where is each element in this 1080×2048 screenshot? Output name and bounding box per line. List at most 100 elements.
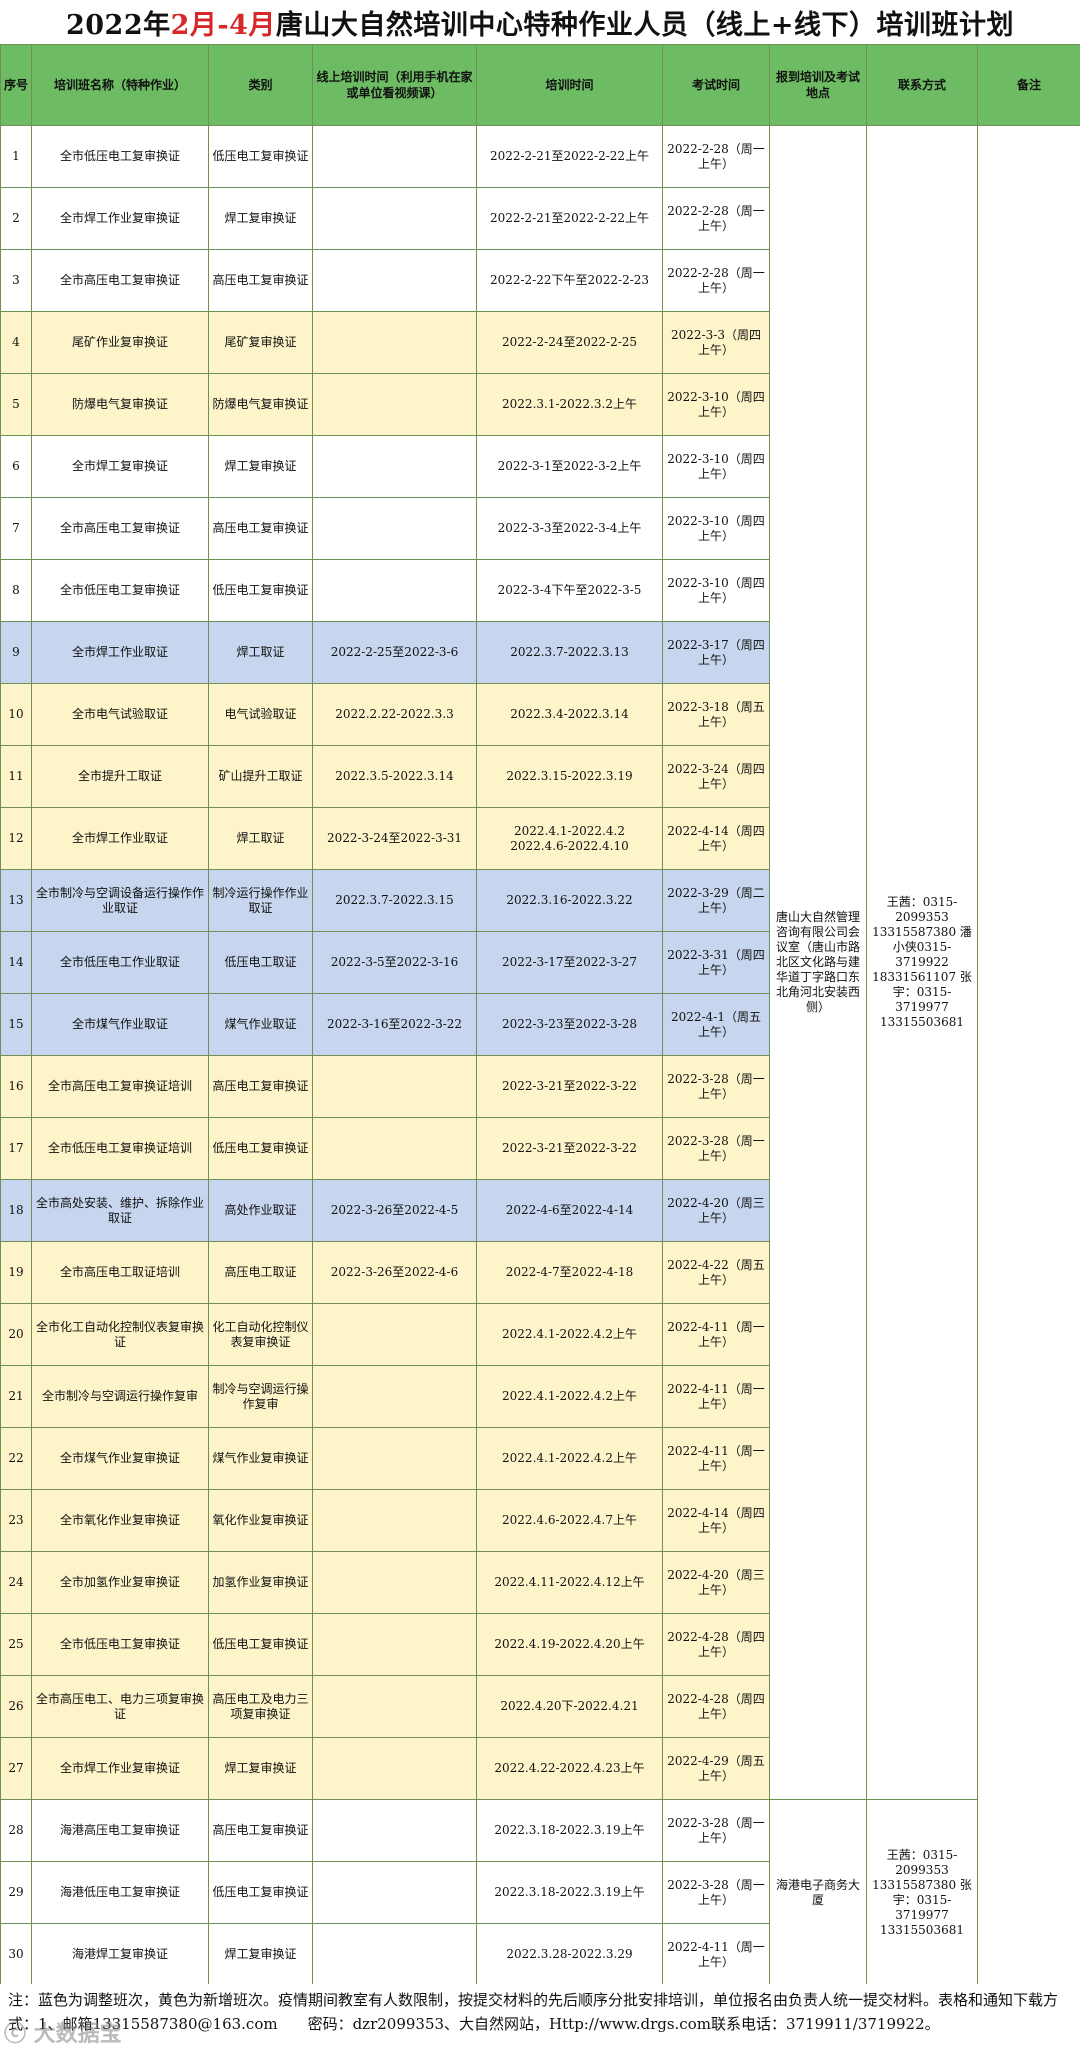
row-online-time xyxy=(313,1490,477,1552)
row-category: 低压电工复审换证 xyxy=(209,560,313,622)
page-title: 2022年2月-4月唐山大自然培训中心特种作业人员（线上+线下）培训班计划 xyxy=(0,0,1080,44)
row-course-name: 全市焊工作业取证 xyxy=(32,622,209,684)
row-online-time xyxy=(313,1552,477,1614)
row-index: 26 xyxy=(1,1676,32,1738)
row-training-time: 2022-2-24至2022-2-25 xyxy=(477,312,663,374)
row-category: 高压电工取证 xyxy=(209,1242,313,1304)
title-prefix: 2022年 xyxy=(66,3,171,42)
row-training-time: 2022.3.28-2022.3.29 xyxy=(477,1924,663,1986)
row-index: 15 xyxy=(1,994,32,1056)
row-course-name: 全市化工自动化控制仪表复审换证 xyxy=(32,1304,209,1366)
table-header-row: 序号 培训班名称（特种作业） 类别 线上培训时间（利用手机在家或单位看视频课） … xyxy=(1,45,1080,126)
row-course-name: 全市高压电工取证培训 xyxy=(32,1242,209,1304)
header-location: 报到培训及考试地点 xyxy=(770,45,867,126)
row-index: 28 xyxy=(1,1800,32,1862)
row-course-name: 海港高压电工复审换证 xyxy=(32,1800,209,1862)
row-course-name: 全市低压电工作业取证 xyxy=(32,932,209,994)
row-category: 高处作业取证 xyxy=(209,1180,313,1242)
header-contact: 联系方式 xyxy=(867,45,978,126)
row-category: 焊工复审换证 xyxy=(209,188,313,250)
row-course-name: 海港焊工复审换证 xyxy=(32,1924,209,1986)
row-exam-time: 2022-4-20（周三上午） xyxy=(663,1552,770,1614)
row-course-name: 防爆电气复审换证 xyxy=(32,374,209,436)
row-online-time xyxy=(313,1118,477,1180)
row-training-time: 2022.4.19-2022.4.20上午 xyxy=(477,1614,663,1676)
row-exam-time: 2022-4-11（周一上午） xyxy=(663,1924,770,1986)
row-course-name: 全市低压电工复审换证 xyxy=(32,126,209,188)
row-exam-time: 2022-3-10（周四上午） xyxy=(663,560,770,622)
row-online-time: 2022-2-25至2022-3-6 xyxy=(313,622,477,684)
row-exam-time: 2022-4-20（周三上午） xyxy=(663,1180,770,1242)
row-index: 27 xyxy=(1,1738,32,1800)
row-index: 13 xyxy=(1,870,32,932)
row-training-time: 2022.3.1-2022.3.2上午 xyxy=(477,374,663,436)
row-index: 4 xyxy=(1,312,32,374)
row-online-time xyxy=(313,1614,477,1676)
row-exam-time: 2022-4-29（周五上午） xyxy=(663,1738,770,1800)
row-online-time: 2022.3.7-2022.3.15 xyxy=(313,870,477,932)
row-category: 煤气作业取证 xyxy=(209,994,313,1056)
row-index: 2 xyxy=(1,188,32,250)
row-index: 8 xyxy=(1,560,32,622)
row-online-time: 2022-3-26至2022-4-6 xyxy=(313,1242,477,1304)
row-category: 高压电工及电力三项复审换证 xyxy=(209,1676,313,1738)
row-online-time xyxy=(313,436,477,498)
row-exam-time: 2022-4-22（周五上午） xyxy=(663,1242,770,1304)
footnote: 注：蓝色为调整班次，黄色为新增班次。疫情期间教室有人数限制，按提交材料的先后顺序… xyxy=(0,1984,1080,2046)
row-training-time: 2022-3-1至2022-3-2上午 xyxy=(477,436,663,498)
row-course-name: 全市高压电工、电力三项复审换证 xyxy=(32,1676,209,1738)
header-category: 类别 xyxy=(209,45,313,126)
row-category: 矿山提升工取证 xyxy=(209,746,313,808)
row-category: 低压电工复审换证 xyxy=(209,1614,313,1676)
row-course-name: 全市低压电工复审换证培训 xyxy=(32,1118,209,1180)
row-training-time: 2022.4.1-2022.4.2 2022.4.6-2022.4.10 xyxy=(477,808,663,870)
row-online-time xyxy=(313,188,477,250)
row-exam-time: 2022-4-14（周四上午） xyxy=(663,1490,770,1552)
footnote-line-1: 注：蓝色为调整班次，黄色为新增班次。疫情期间教室有人数限制，按提交材料的先后顺序… xyxy=(8,1988,1074,2012)
row-online-time xyxy=(313,250,477,312)
row-index: 9 xyxy=(1,622,32,684)
row-category: 低压电工复审换证 xyxy=(209,1862,313,1924)
row-training-time: 2022.3.7-2022.3.13 xyxy=(477,622,663,684)
row-online-time xyxy=(313,374,477,436)
row-online-time: 2022-3-5至2022-3-16 xyxy=(313,932,477,994)
contact-cell-haigang: 王茜：0315-2099353 13315587380 张宇：0315-3719… xyxy=(867,1800,978,1986)
row-course-name: 全市煤气作业复审换证 xyxy=(32,1428,209,1490)
row-online-time xyxy=(313,1056,477,1118)
row-exam-time: 2022-3-17（周四上午） xyxy=(663,622,770,684)
row-index: 14 xyxy=(1,932,32,994)
row-online-time xyxy=(313,1428,477,1490)
row-course-name: 全市焊工作业复审换证 xyxy=(32,188,209,250)
row-exam-time: 2022-3-28（周一上午） xyxy=(663,1862,770,1924)
location-cell-main: 唐山大自然管理咨询有限公司会议室（唐山市路北区文化路与建华道丁字路口东北角河北安… xyxy=(770,126,867,1800)
row-online-time: 2022-3-24至2022-3-31 xyxy=(313,808,477,870)
row-exam-time: 2022-3-3（周四上午） xyxy=(663,312,770,374)
row-index: 20 xyxy=(1,1304,32,1366)
row-online-time xyxy=(313,1800,477,1862)
row-category: 高压电工复审换证 xyxy=(209,1800,313,1862)
row-index: 1 xyxy=(1,126,32,188)
notes-cell xyxy=(978,126,1080,1986)
row-online-time xyxy=(313,1738,477,1800)
row-exam-time: 2022-2-28（周一上午） xyxy=(663,188,770,250)
row-index: 7 xyxy=(1,498,32,560)
row-category: 焊工复审换证 xyxy=(209,436,313,498)
row-online-time xyxy=(313,1924,477,1986)
row-exam-time: 2022-4-11（周一上午） xyxy=(663,1366,770,1428)
row-online-time: 2022.3.5-2022.3.14 xyxy=(313,746,477,808)
row-training-time: 2022-2-22下午至2022-2-23 xyxy=(477,250,663,312)
row-index: 24 xyxy=(1,1552,32,1614)
row-training-time: 2022-3-3至2022-3-4上午 xyxy=(477,498,663,560)
row-index: 23 xyxy=(1,1490,32,1552)
row-index: 22 xyxy=(1,1428,32,1490)
table-body: 1全市低压电工复审换证低压电工复审换证2022-2-21至2022-2-22上午… xyxy=(1,126,1080,1986)
row-online-time xyxy=(313,1676,477,1738)
row-index: 12 xyxy=(1,808,32,870)
row-category: 防爆电气复审换证 xyxy=(209,374,313,436)
row-exam-time: 2022-4-11（周一上午） xyxy=(663,1304,770,1366)
location-cell-haigang: 海港电子商务大厦 xyxy=(770,1800,867,1986)
row-exam-time: 2022-3-10（周四上午） xyxy=(663,436,770,498)
row-category: 制冷与空调运行操作复审 xyxy=(209,1366,313,1428)
row-index: 19 xyxy=(1,1242,32,1304)
row-training-time: 2022.4.20下-2022.4.21 xyxy=(477,1676,663,1738)
